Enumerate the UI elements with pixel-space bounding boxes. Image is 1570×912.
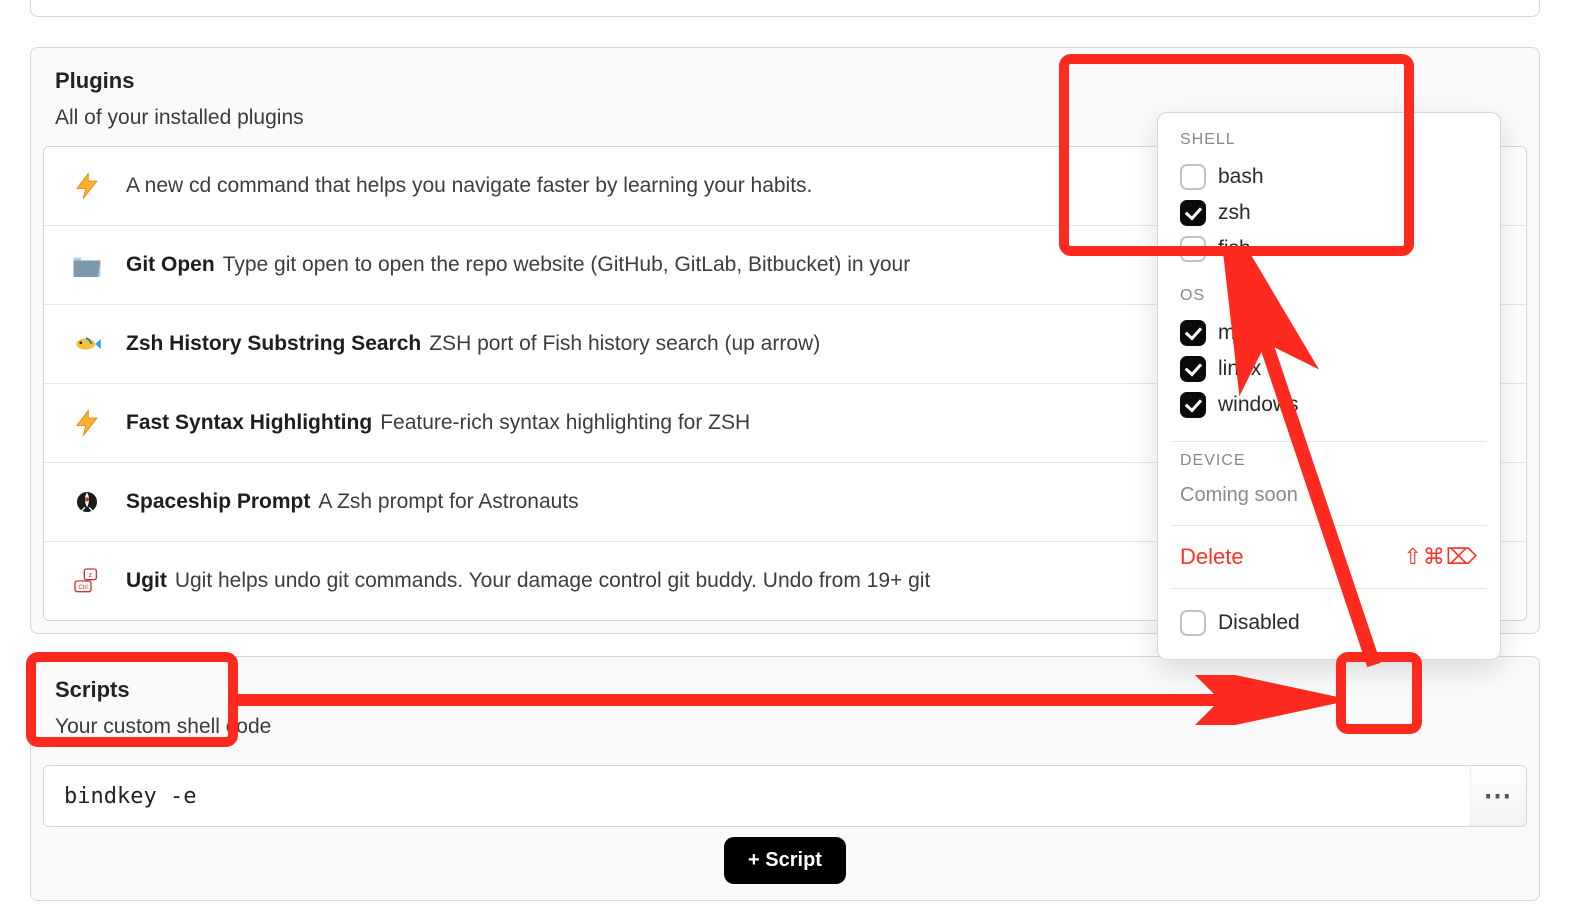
plugin-desc: ZSH port of Fish history search (up arro… [429, 329, 820, 358]
scripts-title: Scripts [55, 677, 1515, 703]
plugin-text: Spaceship Prompt A Zsh prompt for Astron… [126, 487, 579, 516]
plugin-text: Zsh History Substring Search ZSH port of… [126, 329, 820, 358]
divider [1172, 525, 1486, 526]
plugins-card: Plugins All of your installed plugins A … [30, 47, 1540, 634]
delete-action[interactable]: Delete ⇧⌘⌦ [1158, 530, 1500, 584]
device-coming-soon: Coming soon [1180, 480, 1478, 507]
shell-option-fish[interactable]: fish [1180, 231, 1478, 267]
plugin-desc: A new cd command that helps you navigate… [126, 171, 812, 200]
scripts-header: Scripts Your custom shell code [31, 657, 1539, 755]
script-row[interactable]: bindkey -e ⋯ [43, 765, 1527, 827]
device-heading: DEVICE [1180, 452, 1478, 470]
os-section: OS macos linux windows [1158, 281, 1500, 437]
checkbox-checked-icon[interactable] [1180, 356, 1206, 382]
plugin-name: Ugit [126, 566, 167, 595]
plugin-name: Fast Syntax Highlighting [126, 408, 372, 437]
plugin-text: Fast Syntax Highlighting Feature-rich sy… [126, 408, 750, 437]
checkbox-checked-icon[interactable] [1180, 320, 1206, 346]
more-icon: ⋯ [1484, 782, 1514, 810]
fish-icon [66, 323, 108, 365]
plugin-text: Ugit Ugit helps undo git commands. Your … [126, 566, 930, 595]
shell-heading: SHELL [1180, 131, 1478, 149]
shell-section: SHELL bash zsh fish [1158, 125, 1500, 281]
plugin-text: Git Open Type git open to open the repo … [126, 250, 910, 279]
plugins-title: Plugins [55, 68, 1515, 94]
previous-card-fragment [30, 0, 1540, 17]
os-heading: OS [1180, 287, 1478, 305]
shell-option-zsh[interactable]: zsh [1180, 195, 1478, 231]
folder-icon [66, 244, 108, 286]
option-label: linux [1218, 357, 1261, 381]
more-button[interactable]: ⋯ [1470, 766, 1526, 826]
shell-option-bash[interactable]: bash [1180, 159, 1478, 195]
option-label: windows [1218, 393, 1299, 417]
checkbox-icon[interactable] [1180, 236, 1206, 262]
plugin-name: Zsh History Substring Search [126, 329, 421, 358]
os-option-macos[interactable]: macos [1180, 315, 1478, 351]
option-label: bash [1218, 165, 1264, 189]
checkbox-checked-icon[interactable] [1180, 200, 1206, 226]
option-label: Disabled [1218, 611, 1300, 635]
os-option-windows[interactable]: windows [1180, 387, 1478, 423]
plugin-text: A new cd command that helps you navigate… [126, 171, 812, 200]
svg-text:Ctrl: Ctrl [78, 585, 87, 591]
delete-shortcut: ⇧⌘⌦ [1403, 544, 1478, 570]
device-section: DEVICE Coming soon [1158, 446, 1500, 521]
option-label: fish [1218, 237, 1251, 261]
plugin-desc: Type git open to open the repo website (… [223, 250, 911, 279]
options-panel: SHELL bash zsh fish OS macos linux [1157, 112, 1501, 660]
checkbox-checked-icon[interactable] [1180, 392, 1206, 418]
checkbox-icon[interactable] [1180, 610, 1206, 636]
lightning-icon [66, 165, 108, 207]
lightning-icon [66, 402, 108, 444]
checkbox-icon[interactable] [1180, 164, 1206, 190]
disabled-section: Disabled [1158, 593, 1500, 645]
keycaps-icon: z Ctrl [66, 560, 108, 602]
divider [1172, 588, 1486, 589]
divider [1172, 441, 1486, 442]
plugin-name: Spaceship Prompt [126, 487, 310, 516]
scripts-subtitle: Your custom shell code [55, 715, 1515, 739]
add-script-button[interactable]: + Script [724, 837, 846, 884]
script-code: bindkey -e [44, 784, 1470, 809]
delete-label: Delete [1180, 544, 1244, 570]
plugin-desc: A Zsh prompt for Astronauts [318, 487, 578, 516]
plugin-desc: Feature-rich syntax highlighting for ZSH [380, 408, 750, 437]
option-label: zsh [1218, 201, 1251, 225]
os-option-linux[interactable]: linux [1180, 351, 1478, 387]
option-label: macos [1218, 321, 1280, 345]
scripts-card: Scripts Your custom shell code bindkey -… [30, 656, 1540, 901]
plugin-desc: Ugit helps undo git commands. Your damag… [175, 566, 930, 595]
plugin-name: Git Open [126, 250, 215, 279]
svg-text:z: z [88, 570, 92, 579]
rocket-icon [66, 481, 108, 523]
disabled-option[interactable]: Disabled [1180, 605, 1478, 641]
